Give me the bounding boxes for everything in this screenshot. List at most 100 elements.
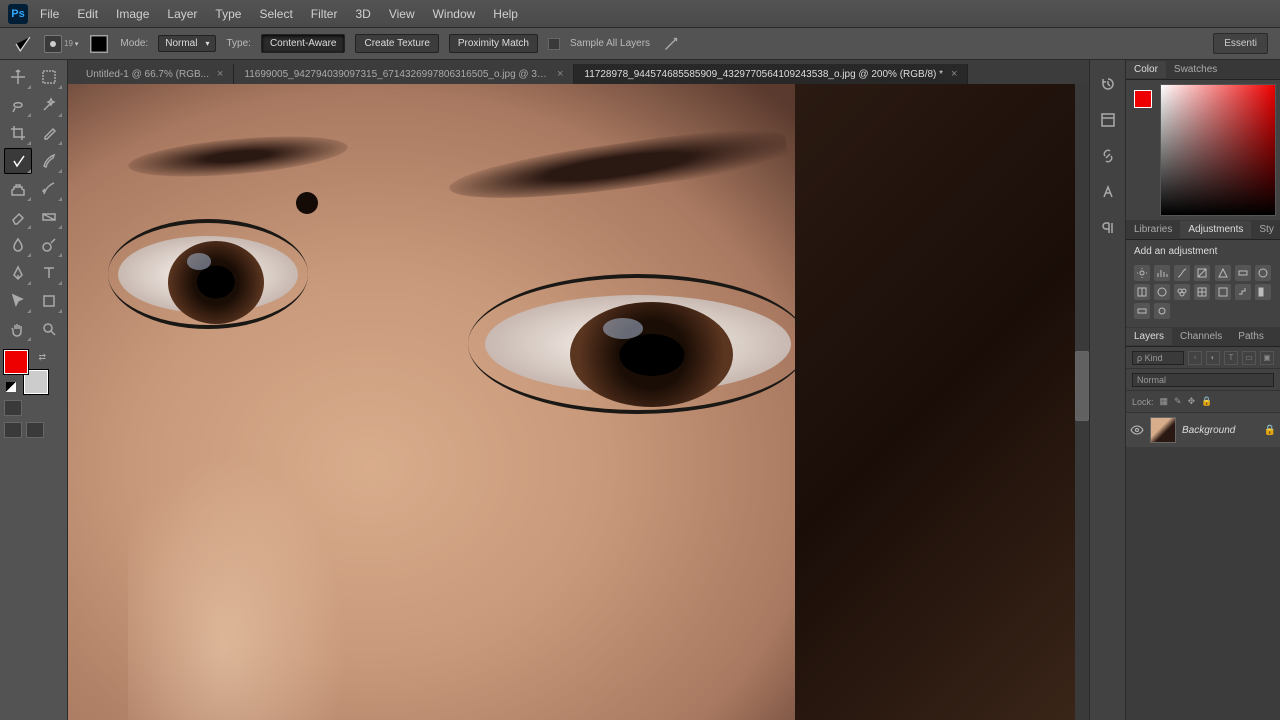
hand-tool[interactable] (4, 316, 32, 342)
layer-name[interactable]: Background (1182, 425, 1235, 436)
gradientmap-icon[interactable] (1134, 303, 1150, 319)
document-tab-0[interactable]: Untitled-1 @ 66.7% (RGB...× (76, 64, 234, 84)
paragraph-panel-icon[interactable] (1098, 218, 1118, 238)
filter-adj-icon[interactable]: ◐ (1206, 351, 1220, 365)
hue-icon[interactable] (1235, 265, 1251, 281)
swatches-tab[interactable]: Swatches (1166, 61, 1225, 78)
layer-row[interactable]: Background 🔒 (1126, 413, 1280, 447)
paths-tab[interactable]: Paths (1230, 328, 1272, 345)
eraser-tool[interactable] (4, 204, 32, 230)
menu-file[interactable]: File (40, 7, 59, 21)
menu-3d[interactable]: 3D (355, 7, 370, 21)
menu-filter[interactable]: Filter (311, 7, 338, 21)
curves-icon[interactable] (1174, 265, 1190, 281)
character-panel-icon[interactable] (1098, 182, 1118, 202)
filter-type-icon[interactable]: T (1224, 351, 1238, 365)
swap-colors-icon[interactable]: ⇄ (38, 352, 46, 363)
filter-shape-icon[interactable]: ▭ (1242, 351, 1256, 365)
links-panel-icon[interactable] (1098, 146, 1118, 166)
history-brush-tool[interactable] (35, 176, 63, 202)
marquee-tool[interactable] (35, 64, 63, 90)
brush-preset-picker[interactable]: 19 ▾ (44, 35, 78, 53)
posterize-icon[interactable] (1235, 284, 1251, 300)
close-icon[interactable]: × (951, 68, 957, 80)
menu-view[interactable]: View (389, 7, 415, 21)
screen-mode-standard[interactable] (4, 422, 22, 438)
type-content-aware[interactable]: Content-Aware (261, 34, 346, 53)
vibrance-icon[interactable] (1215, 265, 1231, 281)
layers-tab[interactable]: Layers (1126, 328, 1172, 345)
close-icon[interactable]: × (557, 68, 563, 80)
pen-tool[interactable] (4, 260, 32, 286)
canvas-image[interactable] (68, 84, 1075, 720)
menu-select[interactable]: Select (259, 7, 292, 21)
properties-panel-icon[interactable] (1098, 110, 1118, 130)
spot-healing-brush-tool[interactable] (4, 148, 32, 174)
menu-help[interactable]: Help (493, 7, 518, 21)
bw-icon[interactable] (1134, 284, 1150, 300)
current-tool-icon[interactable] (12, 33, 34, 55)
brush-panel-toggle[interactable] (88, 33, 110, 55)
gradient-tool[interactable] (35, 204, 63, 230)
path-selection-tool[interactable] (4, 288, 32, 314)
layer-thumbnail[interactable] (1150, 417, 1176, 443)
color-field[interactable] (1160, 84, 1276, 216)
blur-tool[interactable] (4, 232, 32, 258)
brightness-icon[interactable] (1134, 265, 1150, 281)
pressure-toggle[interactable] (660, 33, 682, 55)
color-swatches[interactable]: ⇄ (4, 350, 48, 394)
type-proximity-match[interactable]: Proximity Match (449, 34, 538, 53)
type-create-texture[interactable]: Create Texture (355, 34, 438, 53)
zoom-tool[interactable] (35, 316, 63, 342)
filter-pixel-icon[interactable]: ▫ (1188, 351, 1202, 365)
quick-mask-toggle[interactable] (4, 400, 22, 416)
layer-filter-dropdown[interactable]: ρ Kind (1132, 351, 1184, 365)
sample-all-layers-checkbox[interactable] (548, 38, 560, 50)
lock-all-icon[interactable]: 🔒 (1201, 396, 1212, 407)
move-tool[interactable] (4, 64, 32, 90)
colorlookup-icon[interactable] (1194, 284, 1210, 300)
dodge-tool[interactable] (35, 232, 63, 258)
close-icon[interactable]: × (217, 68, 223, 80)
adjustments-tab[interactable]: Adjustments (1180, 221, 1251, 238)
brush-tool[interactable] (35, 148, 63, 174)
exposure-icon[interactable] (1194, 265, 1210, 281)
invert-icon[interactable] (1215, 284, 1231, 300)
channels-tab[interactable]: Channels (1172, 328, 1230, 345)
blend-mode-dropdown[interactable]: Normal (158, 35, 216, 52)
vertical-scrollbar[interactable] (1075, 84, 1089, 720)
history-panel-icon[interactable] (1098, 74, 1118, 94)
workspace-switcher[interactable]: Essenti (1213, 33, 1268, 54)
colorbalance-icon[interactable] (1255, 265, 1271, 281)
threshold-icon[interactable] (1255, 284, 1271, 300)
menu-window[interactable]: Window (433, 7, 476, 21)
panel-fg-color[interactable] (1134, 90, 1152, 108)
default-colors-icon[interactable] (6, 382, 16, 392)
levels-icon[interactable] (1154, 265, 1170, 281)
menu-type[interactable]: Type (215, 7, 241, 21)
screen-mode-toggle[interactable] (26, 422, 44, 438)
color-tab[interactable]: Color (1126, 61, 1166, 78)
libraries-tab[interactable]: Libraries (1126, 221, 1180, 238)
lock-position-icon[interactable]: ✥ (1188, 396, 1196, 407)
lasso-tool[interactable] (4, 92, 32, 118)
foreground-color[interactable] (4, 350, 28, 374)
filter-smart-icon[interactable]: ▣ (1260, 351, 1274, 365)
shape-tool[interactable] (35, 288, 63, 314)
eyedropper-tool[interactable] (35, 120, 63, 146)
text-tool[interactable] (35, 260, 63, 286)
visibility-icon[interactable] (1130, 423, 1144, 437)
document-tab-1[interactable]: 11699005_942794039097315_671432699780631… (234, 64, 574, 84)
channelmixer-icon[interactable] (1174, 284, 1190, 300)
styles-tab[interactable]: Sty (1251, 221, 1280, 238)
menu-layer[interactable]: Layer (167, 7, 197, 21)
photofilter-icon[interactable] (1154, 284, 1170, 300)
magic-wand-tool[interactable] (35, 92, 63, 118)
selectivecolor-icon[interactable] (1154, 303, 1170, 319)
lock-transparent-icon[interactable]: ▦ (1160, 396, 1169, 407)
menu-image[interactable]: Image (116, 7, 149, 21)
lock-image-icon[interactable]: ✎ (1174, 396, 1182, 407)
clone-stamp-tool[interactable] (4, 176, 32, 202)
crop-tool[interactable] (4, 120, 32, 146)
document-tab-2[interactable]: 11728978_944574685585909_432977056410924… (574, 64, 968, 84)
